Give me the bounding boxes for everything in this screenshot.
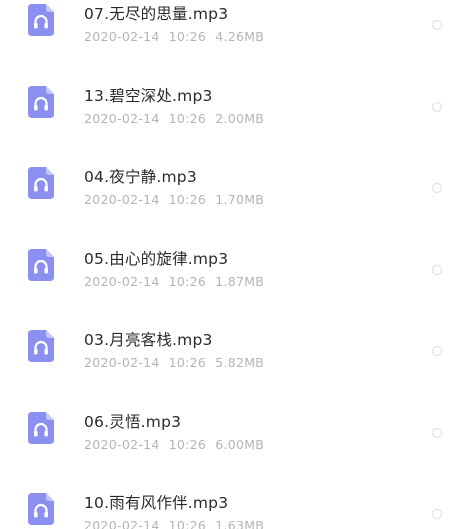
file-list: 07.无尽的思量.mp3 2020-02-14 10:26 4.26MB 13.碧空… [0, 0, 472, 529]
select-radio[interactable] [432, 101, 442, 112]
file-meta: 2020-02-14 10:26 1.87MB [84, 274, 264, 289]
file-date: 2020-02-14 [84, 436, 160, 452]
headphone-file-icon [28, 493, 54, 525]
headphone-file-icon [28, 167, 54, 199]
select-radio[interactable] [432, 427, 442, 438]
file-name: 10.雨有风作伴.mp3 [84, 494, 229, 512]
file-row[interactable]: 04.夜宁静.mp3 2020-02-14 10:26 1.70MB [0, 126, 472, 208]
file-name: 07.无尽的思量.mp3 [84, 5, 229, 23]
file-time: 10:26 [168, 518, 207, 529]
file-meta: 2020-02-14 10:26 1.70MB [84, 192, 264, 207]
file-name: 13.碧空深处.mp3 [84, 86, 213, 105]
select-radio[interactable] [432, 20, 442, 30]
select-radio[interactable] [432, 346, 442, 356]
file-size: 6.00MB [215, 436, 265, 452]
file-row[interactable]: 06.灵悟.mp3 2020-02-14 10:26 6.00MB [0, 371, 472, 453]
headphone-file-icon [28, 330, 54, 362]
file-name: 05.由心的旋律.mp3 [84, 249, 229, 268]
file-size: 4.26MB [215, 29, 265, 44]
file-row[interactable]: 05.由心的旋律.mp3 2020-02-14 10:26 1.87MB [0, 208, 472, 290]
file-size: 1.87MB [215, 273, 265, 289]
select-radio[interactable] [432, 509, 442, 519]
file-meta: 2020-02-14 10:26 1.63MB [84, 518, 264, 529]
file-meta: 2020-02-14 10:26 6.00MB [84, 437, 264, 452]
file-time: 10:26 [168, 192, 207, 207]
file-size: 1.63MB [215, 518, 265, 529]
file-time: 10:26 [168, 110, 207, 126]
file-row[interactable]: 03.月亮客栈.mp3 2020-02-14 10:26 5.82MB [0, 289, 472, 371]
select-radio[interactable] [432, 264, 442, 275]
file-row[interactable]: 07.无尽的思量.mp3 2020-02-14 10:26 4.26MB [0, 0, 472, 45]
file-date: 2020-02-14 [84, 29, 160, 44]
file-date: 2020-02-14 [84, 518, 160, 529]
file-meta: 2020-02-14 10:26 2.00MB [84, 111, 264, 126]
headphone-file-icon [28, 411, 54, 444]
file-time: 10:26 [168, 436, 207, 452]
headphone-file-icon [28, 248, 54, 281]
file-row[interactable]: 13.碧空深处.mp3 2020-02-14 10:26 2.00MB [0, 45, 472, 127]
file-name: 06.灵悟.mp3 [84, 412, 182, 431]
file-name: 03.月亮客栈.mp3 [84, 331, 213, 349]
select-radio[interactable] [432, 183, 442, 193]
file-size: 5.82MB [215, 355, 265, 370]
headphone-file-icon [28, 85, 54, 118]
file-date: 2020-02-14 [84, 192, 160, 207]
file-meta: 2020-02-14 10:26 4.26MB [84, 29, 264, 44]
file-size: 1.70MB [215, 192, 265, 207]
file-row[interactable]: 10.雨有风作伴.mp3 2020-02-14 10:26 1.63MB [0, 452, 472, 529]
file-time: 10:26 [168, 29, 207, 44]
file-name: 04.夜宁静.mp3 [84, 168, 197, 186]
file-date: 2020-02-14 [84, 273, 160, 289]
headphone-file-icon [28, 4, 54, 36]
file-time: 10:26 [168, 273, 207, 289]
file-date: 2020-02-14 [84, 355, 160, 370]
file-size: 2.00MB [215, 110, 265, 126]
file-meta: 2020-02-14 10:26 5.82MB [84, 355, 264, 370]
file-time: 10:26 [168, 355, 207, 370]
file-date: 2020-02-14 [84, 110, 160, 126]
